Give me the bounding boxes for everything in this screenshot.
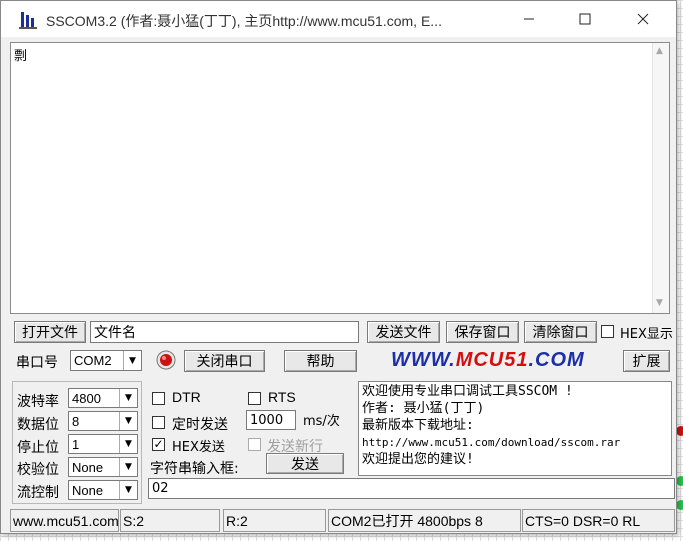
brand-name: MCU51	[455, 349, 529, 371]
expand-button[interactable]: 扩展	[623, 350, 670, 372]
brand-link[interactable]: WWW.MCU51.COM	[391, 349, 585, 372]
title-bar[interactable]: SSCOM3.2 (作者:聂小猛(丁丁), 主页http://www.mcu51…	[1, 1, 676, 37]
interval-unit: ms/次	[303, 414, 340, 429]
close-port-button[interactable]: 关闭串口	[184, 350, 265, 372]
help-button[interactable]: 帮助	[284, 350, 357, 372]
rts-checkbox[interactable]	[248, 392, 261, 405]
brand-prefix: WWW.	[391, 349, 456, 371]
scroll-down-icon[interactable]: ▼	[656, 298, 663, 308]
app-icon	[19, 12, 37, 29]
sscom-window: SSCOM3.2 (作者:聂小猛(丁丁), 主页http://www.mcu51…	[0, 0, 677, 534]
brand-suffix: .COM	[528, 349, 585, 371]
info-line-url: http://www.mcu51.com/download/sscom.rar	[362, 436, 621, 449]
flow-control-value: None	[72, 482, 104, 498]
send-file-button[interactable]: 发送文件	[367, 321, 440, 343]
flow-control-select[interactable]: None ▼	[68, 480, 138, 500]
parity-value: None	[72, 459, 104, 475]
send-newline-checkbox[interactable]	[248, 438, 261, 451]
chevron-down-icon[interactable]: ▼	[119, 389, 137, 407]
minimize-button[interactable]	[501, 1, 557, 37]
hex-display-checkbox[interactable]	[601, 325, 614, 338]
hex-display-label: HEX显示	[620, 327, 673, 342]
scroll-up-icon[interactable]: ▲	[656, 46, 663, 56]
parity-select[interactable]: None ▼	[68, 457, 138, 477]
stop-bits-select[interactable]: 1 ▼	[68, 434, 138, 454]
flow-control-label: 流控制	[17, 485, 59, 501]
green-led-2	[676, 500, 683, 510]
clear-window-button[interactable]: 清除窗口	[524, 321, 597, 343]
receive-area[interactable]: 剽 ▲ ▼	[10, 42, 670, 314]
hex-send-label: HEX发送	[172, 440, 225, 455]
chevron-down-icon[interactable]: ▼	[119, 435, 137, 453]
interval-field[interactable]: 1000	[246, 410, 296, 430]
info-line-author: 作者: 聂小猛(丁丁)	[362, 401, 485, 416]
minimize-icon	[524, 18, 534, 20]
timed-send-checkbox[interactable]	[152, 416, 165, 429]
maximize-button[interactable]	[557, 1, 613, 37]
baud-value: 4800	[72, 390, 101, 406]
info-line-welcome: 欢迎使用专业串口调试工具SSCOM !	[362, 384, 573, 399]
port-label: 串口号	[16, 355, 58, 371]
timed-send-label: 定时发送	[172, 417, 228, 433]
send-button[interactable]: 发送	[266, 453, 344, 474]
receive-text: 剽	[14, 49, 28, 64]
baud-label: 波特率	[17, 394, 59, 410]
window-title: SSCOM3.2 (作者:聂小猛(丁丁), 主页http://www.mcu51…	[46, 13, 442, 29]
data-bits-value: 8	[72, 413, 80, 429]
red-led	[676, 426, 683, 436]
status-lines: CTS=0 DSR=0 RL	[522, 509, 675, 532]
data-bits-label: 数据位	[17, 417, 59, 433]
port-select[interactable]: COM2 ▼	[70, 350, 142, 371]
status-site: www.mcu51.com	[10, 509, 119, 532]
info-line-download: 最新版本下载地址:	[362, 418, 474, 433]
status-port: COM2已打开 4800bps 8	[328, 509, 521, 532]
status-received-count: R:2	[223, 509, 326, 532]
dtr-checkbox[interactable]	[152, 392, 165, 405]
info-panel: 欢迎使用专业串口调试工具SSCOM ! 作者: 聂小猛(丁丁) 最新版本下载地址…	[358, 381, 672, 476]
chevron-down-icon[interactable]: ▼	[123, 351, 141, 370]
input-label: 字符串输入框:	[150, 461, 239, 477]
close-button[interactable]	[615, 1, 671, 37]
baud-select[interactable]: 4800 ▼	[68, 388, 138, 408]
save-window-button[interactable]: 保存窗口	[446, 321, 519, 343]
hex-send-checkbox[interactable]: ✓	[152, 438, 165, 451]
maximize-icon	[579, 13, 591, 25]
receive-scrollbar[interactable]: ▲ ▼	[652, 43, 669, 313]
status-sent-count: S:2	[120, 509, 220, 532]
port-status-led-icon	[156, 350, 176, 370]
green-led-1	[676, 476, 683, 486]
data-bits-select[interactable]: 8 ▼	[68, 411, 138, 431]
dtr-label: DTR	[172, 389, 201, 405]
close-icon	[637, 13, 649, 25]
chevron-down-icon[interactable]: ▼	[119, 412, 137, 430]
port-value: COM2	[74, 353, 112, 368]
chevron-down-icon[interactable]: ▼	[119, 481, 137, 499]
rts-label: RTS	[268, 389, 296, 405]
chevron-down-icon[interactable]: ▼	[119, 458, 137, 476]
stop-bits-value: 1	[72, 436, 80, 452]
stop-bits-label: 停止位	[17, 440, 59, 456]
parity-label: 校验位	[17, 462, 59, 478]
info-line-feedback: 欢迎提出您的建议!	[362, 452, 474, 467]
file-name-field[interactable]: 文件名	[90, 321, 359, 343]
open-file-button[interactable]: 打开文件	[14, 321, 86, 343]
send-input-field[interactable]: 02	[148, 478, 675, 499]
